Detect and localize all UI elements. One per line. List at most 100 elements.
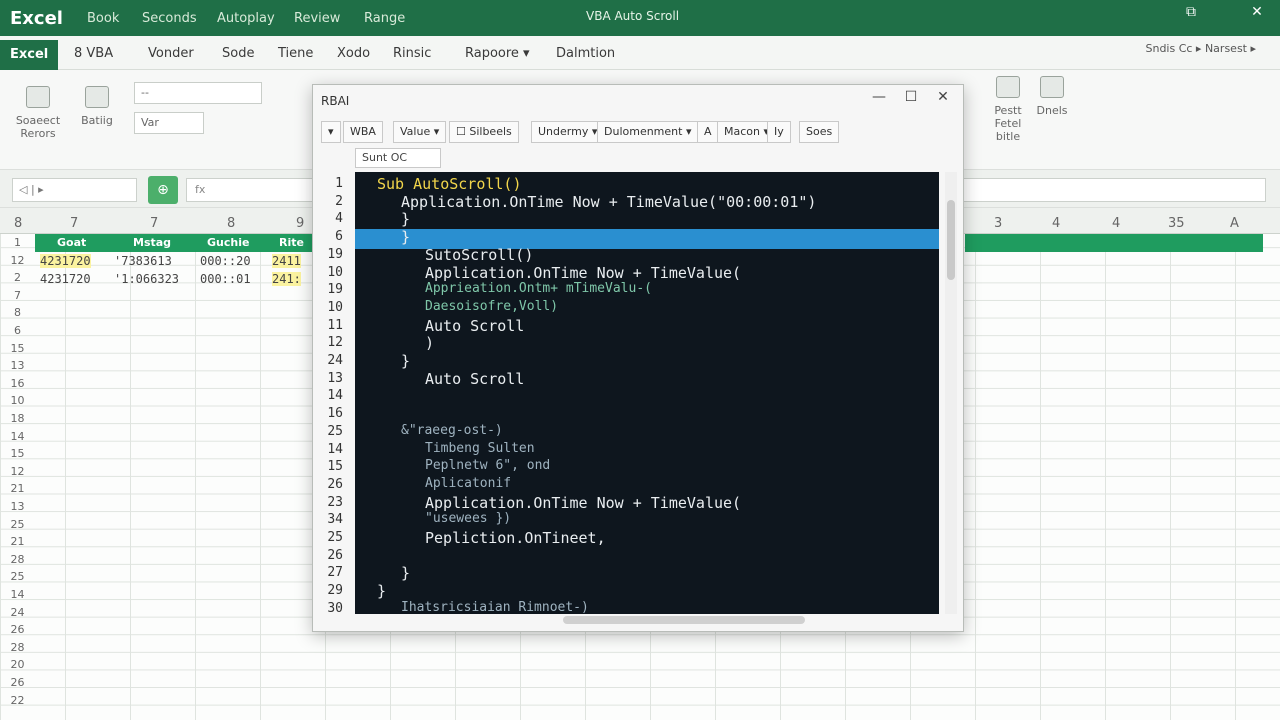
table-cell[interactable]: 4231720 xyxy=(40,272,91,286)
col-header[interactable]: 35 xyxy=(1168,216,1185,231)
row-number[interactable]: 22 xyxy=(0,694,35,707)
code-line[interactable]: Peplnetw 6", ond xyxy=(425,458,550,473)
row-number[interactable]: 6 xyxy=(0,324,35,337)
title-menu-range[interactable]: Range xyxy=(364,11,405,26)
row-number[interactable]: 12 xyxy=(0,254,35,267)
table-cell[interactable]: 2411 xyxy=(272,254,301,268)
code-line[interactable]: Daesoisofre,Voll) xyxy=(425,299,558,314)
header-cell[interactable]: Rite xyxy=(279,236,304,249)
toolbar-soes-button[interactable]: Soes xyxy=(799,121,840,143)
close-icon[interactable]: ✕ xyxy=(933,89,953,105)
vertical-scrollbar[interactable] xyxy=(945,172,957,614)
table-cell[interactable]: 000::01 xyxy=(200,272,251,286)
toolbar-wba-button[interactable]: WBA xyxy=(343,121,383,143)
table-cell[interactable]: '7383613 xyxy=(114,254,172,268)
header-cell[interactable]: Mstag xyxy=(133,236,171,249)
horizontal-scrollbar[interactable] xyxy=(563,616,805,624)
ribbon-button-dnels[interactable]: Dnels xyxy=(1030,76,1074,117)
row-number[interactable]: 16 xyxy=(0,377,35,390)
row-number[interactable]: 14 xyxy=(0,588,35,601)
code-line[interactable]: SutoScroll() xyxy=(425,246,533,264)
ribbon-button-batiig[interactable]: Batiig xyxy=(72,86,122,127)
code-line[interactable]: Application.OnTime Now + TimeValue( xyxy=(425,264,741,282)
row-number[interactable]: 21 xyxy=(0,535,35,548)
tab-xodo[interactable]: Xodo xyxy=(337,46,370,61)
scroll-thumb[interactable] xyxy=(947,200,955,280)
minimize-icon[interactable]: — xyxy=(869,89,889,105)
code-line[interactable]: ) xyxy=(425,334,434,352)
row-number[interactable]: 7 xyxy=(0,289,35,302)
tab-rinsic[interactable]: Rinsic xyxy=(393,46,431,61)
vba-editor-window[interactable]: RBAI — ☐ ✕ ▾ WBA Value ▾ ☐ Silbeels Unde… xyxy=(312,84,964,632)
col-header[interactable]: A xyxy=(1230,216,1239,231)
title-menu-book[interactable]: Book xyxy=(87,11,119,26)
row-number[interactable]: 26 xyxy=(0,676,35,689)
close-icon[interactable]: ✕ xyxy=(1246,4,1268,20)
toolbar-silbeels-button[interactable]: ☐ Silbeels xyxy=(449,121,519,143)
toolbar-a-button[interactable]: A xyxy=(697,121,719,143)
code-line[interactable]: Timbeng Sulten xyxy=(425,441,535,456)
row-number[interactable]: 26 xyxy=(0,623,35,636)
toolbar-dulomenment-button[interactable]: Dulomenment ▾ xyxy=(597,121,699,143)
row-number[interactable]: 13 xyxy=(0,500,35,513)
tab-vonder[interactable]: Vonder xyxy=(148,46,194,61)
row-number[interactable]: 10 xyxy=(0,394,35,407)
col-header[interactable]: 4 xyxy=(1052,216,1060,231)
row-number[interactable]: 25 xyxy=(0,518,35,531)
code-line[interactable]: "usewees }) xyxy=(425,511,511,526)
tab-dalmtion[interactable]: Dalmtion xyxy=(556,46,615,61)
tab-excel[interactable]: Excel xyxy=(0,40,59,70)
code-line[interactable]: Sub AutoScroll() xyxy=(377,175,522,193)
name-box[interactable]: ◁ | ▸ xyxy=(12,178,137,202)
row-number[interactable]: 1 xyxy=(0,236,35,249)
row-number[interactable]: 15 xyxy=(0,342,35,355)
restore-icon[interactable]: ⧉ xyxy=(1180,4,1202,20)
col-header[interactable]: 9 xyxy=(296,216,304,231)
title-menu-autoplay[interactable]: Autoplay xyxy=(217,11,275,26)
code-editor[interactable]: Sub AutoScroll() Application.OnTime Now +… xyxy=(355,172,939,614)
toolbar-value-button[interactable]: Value ▾ xyxy=(393,121,447,143)
code-line[interactable]: } xyxy=(401,352,410,370)
code-line[interactable]: Apprieation.Ontm+ mTimeValu-( xyxy=(425,281,652,296)
table-cell[interactable]: 241: xyxy=(272,272,301,286)
toolbar-dropdown-button[interactable]: ▾ xyxy=(321,121,341,143)
title-menu-review[interactable]: Review xyxy=(294,11,340,26)
row-number[interactable]: 2 xyxy=(0,271,35,284)
table-cell[interactable]: 000::20 xyxy=(200,254,251,268)
row-number[interactable]: 25 xyxy=(0,570,35,583)
tab-sode[interactable]: Sode xyxy=(222,46,254,61)
col-header[interactable]: 7 xyxy=(70,216,78,231)
table-cell[interactable]: 4231720 xyxy=(40,254,91,268)
toolbar-iy-button[interactable]: Iy xyxy=(767,121,791,143)
row-number[interactable]: 28 xyxy=(0,553,35,566)
code-line[interactable]: Aplicatonif xyxy=(425,476,511,491)
code-line[interactable]: } xyxy=(401,210,410,228)
tab-rapoore[interactable]: Rapoore ▾ xyxy=(465,46,530,61)
code-line[interactable]: &"raeeg-ost-) xyxy=(401,423,503,438)
code-line[interactable]: } xyxy=(401,228,410,246)
table-cell[interactable]: '1:066323 xyxy=(114,272,179,286)
col-header[interactable]: 3 xyxy=(994,216,1002,231)
insert-function-button[interactable]: ⊕ xyxy=(148,176,178,204)
code-line[interactable]: Ihatsricsiaian Rimnoet-) xyxy=(401,600,589,614)
toolbar-undermy-button[interactable]: Undermy ▾ xyxy=(531,121,605,143)
row-number[interactable]: 28 xyxy=(0,641,35,654)
row-number[interactable]: 13 xyxy=(0,359,35,372)
col-header[interactable]: 8 xyxy=(14,216,22,231)
code-line[interactable]: } xyxy=(401,564,410,582)
row-number[interactable]: 18 xyxy=(0,412,35,425)
procedure-select[interactable]: Sunt OC xyxy=(355,148,441,168)
code-line[interactable]: } xyxy=(377,582,386,600)
tab-tiene[interactable]: Tiene xyxy=(278,46,313,61)
code-line[interactable]: Application.OnTime Now + TimeValue("00:0… xyxy=(401,193,816,211)
header-cell[interactable]: Goat xyxy=(57,236,86,249)
row-number[interactable]: 21 xyxy=(0,482,35,495)
code-line[interactable]: Application.OnTime Now + TimeValue( xyxy=(425,494,741,512)
ribbon-dropdown[interactable]: -- xyxy=(134,82,262,104)
header-cell[interactable]: Guchie xyxy=(207,236,249,249)
row-number[interactable]: 24 xyxy=(0,606,35,619)
ribbon-button-pestt[interactable]: Pestt Fetel bitle xyxy=(988,76,1028,143)
tab-vba[interactable]: 8 VBA xyxy=(74,46,113,61)
row-number[interactable]: 14 xyxy=(0,430,35,443)
ribbon-var-field[interactable]: Var xyxy=(134,112,204,134)
